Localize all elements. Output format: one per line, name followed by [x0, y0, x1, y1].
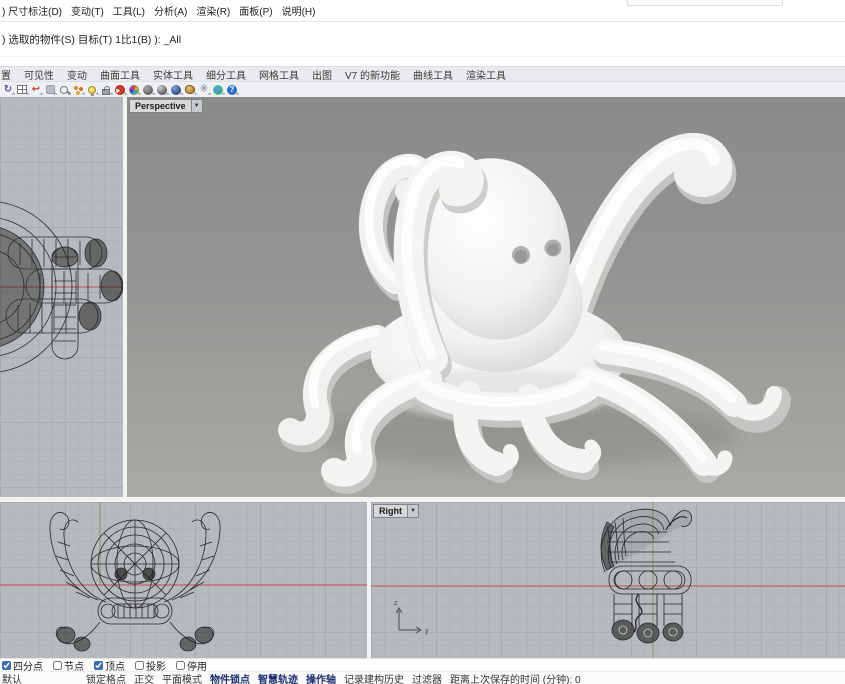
osnap-disable-checkbox[interactable]: [176, 661, 185, 670]
rotate-glyph: ↻: [4, 85, 12, 95]
pan-icon[interactable]: [44, 84, 56, 96]
sphere-glyph: [157, 85, 167, 95]
render-glyph: [115, 85, 125, 95]
tab-curve-tools[interactable]: 曲线工具: [413, 67, 453, 82]
sphere-glyph: [171, 85, 181, 95]
perspective-viewport-label[interactable]: Perspective: [129, 99, 192, 113]
viewport-top[interactable]: [0, 97, 123, 497]
osnap-quad-checkbox[interactable]: [2, 661, 11, 670]
viewport-zone: Perspective ▼: [0, 97, 845, 658]
viewport-perspective[interactable]: Perspective ▼: [127, 97, 845, 497]
tab-drafting[interactable]: 出图: [312, 67, 332, 82]
right-viewport-label[interactable]: Right: [373, 504, 408, 518]
light-icon[interactable]: [86, 84, 98, 96]
toolbar-tabbar: 置 可见性 变动 曲面工具 实体工具 细分工具 网格工具 出图 V7 的新功能 …: [0, 66, 845, 81]
raytraced-display-icon[interactable]: [170, 84, 182, 96]
menu-transform[interactable]: 变动(T): [71, 3, 104, 18]
dots-glyph: [73, 85, 83, 95]
current-layer[interactable]: 默认: [2, 671, 78, 684]
globe-glyph: [213, 85, 223, 95]
tab-solid-tools[interactable]: 实体工具: [153, 67, 193, 82]
environment-icon[interactable]: [212, 84, 224, 96]
status-smarttrack[interactable]: 智慧轨迹: [258, 671, 298, 684]
axis-z-label: z: [394, 600, 398, 607]
menu-analyze[interactable]: 分析(A): [154, 3, 187, 18]
status-gumball[interactable]: 操作轴: [306, 671, 336, 684]
menu-panels[interactable]: 面板(P): [239, 3, 272, 18]
zoom-target-icon[interactable]: [72, 84, 84, 96]
color-wheel-icon[interactable]: [128, 84, 140, 96]
viewport-layout-icon[interactable]: [16, 84, 28, 96]
menu-tools[interactable]: 工具(L): [113, 3, 145, 18]
lock-glyph: [102, 89, 110, 95]
material-glyph: [185, 85, 195, 94]
viewport-right[interactable]: Right ▼ z y: [371, 502, 845, 658]
main-toolbar: ↻ ↩ ✳ ?: [0, 81, 845, 97]
sphere-glyph: [143, 85, 153, 95]
command-input[interactable]: [0, 57, 845, 66]
status-history[interactable]: 记录建构历史: [344, 671, 404, 684]
magnifier-glyph: [60, 86, 68, 94]
command-history: ) 选取的物件(S) 目标(T) 1比1(B) ): _All: [0, 22, 845, 57]
tab-surface-tools[interactable]: 曲面工具: [100, 67, 140, 82]
shaded-display-icon[interactable]: [142, 84, 154, 96]
menu-help[interactable]: 说明(H): [282, 3, 316, 18]
command-history-text: ) 选取的物件(S) 目标(T) 1比1(B) ): _All: [2, 32, 181, 47]
bulb-glyph: [88, 86, 96, 94]
pan-glyph: [46, 85, 55, 94]
status-save-timer: 距离上次保存的时间 (分钟): 0: [450, 671, 581, 684]
menu-render[interactable]: 渲染(R): [196, 3, 230, 18]
question-glyph: ?: [227, 85, 237, 95]
osnap-vertex-checkbox[interactable]: [94, 661, 103, 670]
material-icon[interactable]: [184, 84, 196, 96]
right-viewport-menu-icon[interactable]: ▼: [408, 504, 419, 518]
tab-mesh-tools[interactable]: 网格工具: [259, 67, 299, 82]
rendered-display-icon[interactable]: [156, 84, 168, 96]
axis-y-label: y: [425, 628, 429, 635]
octopus-render: [127, 97, 845, 497]
menu-dimension[interactable]: ) 尺寸标注(D): [2, 3, 62, 18]
zoom-icon[interactable]: [58, 84, 70, 96]
status-bar: 默认 锁定格点 正交 平面模式 物件锁点 智慧轨迹 操作轴 记录建构历史 过滤器…: [0, 671, 845, 684]
tab-subd-tools[interactable]: 细分工具: [206, 67, 246, 82]
status-osnap[interactable]: 物件锁点: [210, 671, 250, 684]
front-view-wireframe: [0, 502, 367, 658]
wheel-glyph: [129, 85, 139, 95]
tab-visibility[interactable]: 可见性: [24, 67, 54, 82]
status-grid-snap[interactable]: 锁定格点: [86, 671, 126, 684]
floating-panel-edge: [627, 0, 783, 6]
help-icon[interactable]: ?: [226, 84, 238, 96]
viewport-front[interactable]: [0, 502, 367, 658]
osnap-bar: 四分点 节点 顶点 投影 停用: [0, 658, 845, 671]
undo-glyph: ↩: [32, 85, 40, 95]
tab-v7-features[interactable]: V7 的新功能: [345, 67, 400, 82]
undo-view-icon[interactable]: ↩: [30, 84, 42, 96]
top-view-wireframe: [0, 97, 123, 497]
tab-config[interactable]: 置: [1, 67, 11, 82]
command-area: ) 选取的物件(S) 目标(T) 1比1(B) ): _All: [0, 22, 845, 66]
grid-glyph: [17, 85, 27, 94]
status-filter[interactable]: 过滤器: [412, 671, 442, 684]
perspective-label-group: Perspective ▼: [129, 99, 203, 113]
rotate-view-icon[interactable]: ↻: [2, 84, 14, 96]
star-glyph: ✳: [199, 84, 208, 95]
rhino-window: ) 尺寸标注(D) 变动(T) 工具(L) 分析(A) 渲染(R) 面板(P) …: [0, 0, 845, 684]
axis-widget: [396, 608, 421, 633]
perspective-viewport-menu-icon[interactable]: ▼: [192, 99, 203, 113]
status-ortho[interactable]: 正交: [134, 671, 154, 684]
status-planar[interactable]: 平面模式: [162, 671, 202, 684]
lock-icon[interactable]: [100, 84, 112, 96]
tab-transform[interactable]: 变动: [67, 67, 87, 82]
right-label-group: Right ▼: [373, 504, 419, 518]
osnap-knot-checkbox[interactable]: [53, 661, 62, 670]
tab-render-tools[interactable]: 渲染工具: [466, 67, 506, 82]
texture-mapping-icon[interactable]: ✳: [198, 84, 210, 96]
right-view-wireframe: z y: [371, 502, 845, 658]
render-icon[interactable]: [114, 84, 126, 96]
osnap-project-checkbox[interactable]: [135, 661, 144, 670]
